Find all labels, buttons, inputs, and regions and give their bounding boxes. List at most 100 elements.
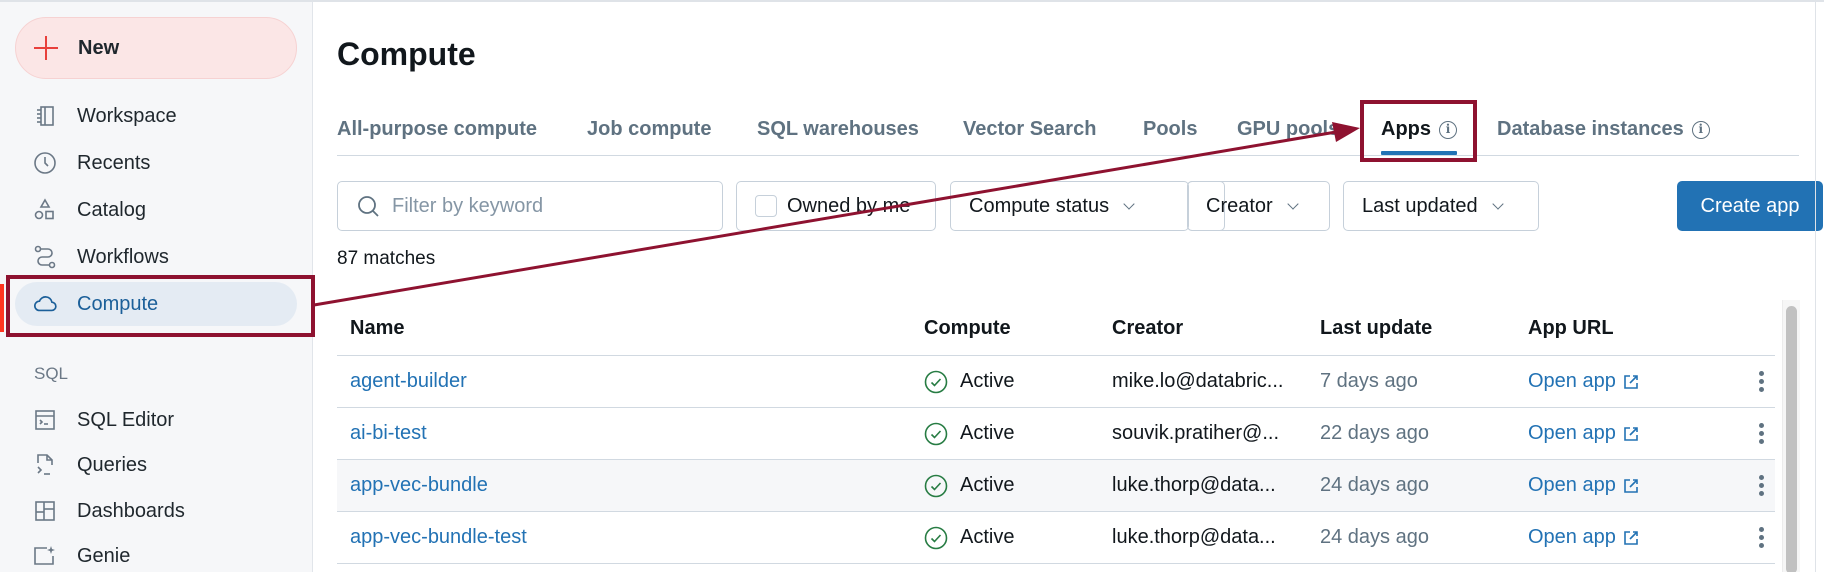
- checkbox[interactable]: [755, 195, 777, 217]
- create-app-button[interactable]: Create app: [1677, 181, 1823, 231]
- creator-email: luke.thorp@data...: [1112, 474, 1276, 496]
- search-field[interactable]: [337, 181, 723, 231]
- tab-gpu-pools[interactable]: GPU pools: [1237, 118, 1339, 141]
- creator-email: luke.thorp@data...: [1112, 526, 1276, 548]
- tab-label: Database instances: [1497, 118, 1684, 140]
- sidebar: New Workspace Recents Catalog Workflows: [0, 2, 313, 572]
- table-row[interactable]: app-vec-bundle Active luke.thorp@data...…: [337, 460, 1775, 512]
- check-circle-icon: [924, 526, 948, 549]
- kebab-icon[interactable]: [1755, 471, 1768, 500]
- brand-accent-bar: [0, 284, 4, 332]
- app-name-link[interactable]: app-vec-bundle: [350, 474, 488, 497]
- tab-label: Apps: [1381, 118, 1431, 140]
- tab-pools[interactable]: Pools: [1143, 118, 1197, 141]
- tab-job-compute[interactable]: Job compute: [587, 118, 711, 141]
- check-circle-icon: [924, 422, 948, 445]
- tab-label: Vector Search: [963, 118, 1097, 140]
- compute-tabs: All-purpose compute Job compute SQL ware…: [337, 110, 1799, 156]
- app-name-link[interactable]: ai-bi-test: [350, 422, 427, 445]
- column-header-compute[interactable]: Compute: [924, 317, 1011, 340]
- clock-icon: [33, 151, 57, 175]
- owned-by-me-checkbox[interactable]: Owned by me: [736, 181, 936, 231]
- sidebar-item-dashboards[interactable]: Dashboards: [15, 489, 297, 533]
- creator-dropdown[interactable]: Creator: [1187, 181, 1330, 231]
- compute-status: Active: [924, 474, 1014, 498]
- sidebar-item-catalog[interactable]: Catalog: [15, 188, 297, 232]
- row-actions-menu[interactable]: [1755, 471, 1768, 500]
- column-header-app-url[interactable]: App URL: [1528, 317, 1614, 340]
- info-icon[interactable]: i: [1439, 120, 1457, 139]
- tab-vector-search[interactable]: Vector Search: [963, 118, 1096, 141]
- table-row[interactable]: ai-bi-test Active souvik.pratiher@... 22…: [337, 408, 1775, 460]
- last-updated-dropdown[interactable]: Last updated: [1343, 181, 1539, 231]
- genie-icon: [33, 544, 57, 568]
- tab-sql-warehouses[interactable]: SQL warehouses: [757, 118, 919, 141]
- cloud-icon: [33, 292, 57, 316]
- last-update: 24 days ago: [1320, 474, 1429, 496]
- last-update: 22 days ago: [1320, 422, 1429, 444]
- tab-label: GPU pools: [1237, 118, 1340, 140]
- match-count: 87 matches: [337, 248, 436, 269]
- workflows-icon: [33, 245, 57, 269]
- chevron-down-icon: [1123, 198, 1135, 210]
- table-row[interactable]: agent-builder Active mike.lo@databric...…: [337, 356, 1775, 408]
- queries-icon: [33, 453, 57, 477]
- sidebar-item-recents[interactable]: Recents: [15, 141, 297, 185]
- row-actions-menu[interactable]: [1755, 367, 1768, 396]
- search-input[interactable]: [392, 194, 692, 218]
- filter-bar: Owned by me Compute status Creator Last …: [337, 181, 1823, 231]
- sidebar-item-workflows[interactable]: Workflows: [15, 235, 297, 279]
- open-app-link[interactable]: Open app: [1528, 526, 1640, 549]
- table-row[interactable]: app-vec-bundle-test Active luke.thorp@da…: [337, 512, 1775, 564]
- open-app-link[interactable]: Open app: [1528, 370, 1640, 393]
- sidebar-item-label: Recents: [77, 151, 151, 174]
- app-name-link[interactable]: app-vec-bundle-test: [350, 526, 527, 549]
- kebab-icon[interactable]: [1755, 419, 1768, 448]
- table-header: Name Compute Creator Last update App URL: [337, 302, 1775, 356]
- kebab-icon[interactable]: [1755, 523, 1768, 552]
- row-actions-menu[interactable]: [1755, 419, 1768, 448]
- info-icon[interactable]: i: [1691, 120, 1710, 139]
- chevron-down-icon: [1491, 198, 1504, 210]
- workspace-icon: [33, 104, 57, 128]
- external-link-icon: [1624, 374, 1638, 389]
- sidebar-item-label: Catalog: [77, 198, 146, 221]
- sidebar-item-workspace[interactable]: Workspace: [15, 94, 297, 138]
- column-header-name[interactable]: Name: [350, 317, 404, 340]
- table-scrollbar[interactable]: [1782, 300, 1800, 572]
- column-header-last-update[interactable]: Last update: [1320, 317, 1432, 340]
- app-name-link[interactable]: agent-builder: [350, 370, 467, 393]
- row-actions-menu[interactable]: [1755, 523, 1768, 552]
- compute-status-dropdown[interactable]: Compute status: [950, 181, 1189, 231]
- compute-status: Active: [924, 526, 1014, 550]
- status-text: Active: [960, 422, 1015, 444]
- new-button[interactable]: New: [15, 17, 297, 79]
- window-edge: [1815, 2, 1816, 572]
- page-title: Compute: [337, 36, 476, 72]
- catalog-icon: [33, 198, 57, 222]
- sidebar-item-label: Queries: [77, 453, 148, 476]
- sidebar-section-sql: SQL: [34, 364, 69, 383]
- column-header-creator[interactable]: Creator: [1112, 317, 1183, 340]
- status-text: Active: [960, 370, 1015, 392]
- tab-all-purpose-compute[interactable]: All-purpose compute: [337, 118, 537, 141]
- open-app-label: Open app: [1528, 474, 1616, 496]
- kebab-icon[interactable]: [1755, 367, 1768, 396]
- scrollbar-thumb[interactable]: [1786, 306, 1797, 572]
- sidebar-item-compute[interactable]: Compute: [15, 282, 297, 326]
- open-app-link[interactable]: Open app: [1528, 474, 1640, 497]
- external-link-icon: [1624, 478, 1638, 493]
- open-app-link[interactable]: Open app: [1528, 422, 1640, 445]
- tab-label: Pools: [1143, 118, 1198, 140]
- apps-table: Name Compute Creator Last update App URL…: [337, 302, 1775, 564]
- tab-apps[interactable]: Apps i: [1381, 118, 1457, 141]
- sidebar-item-genie[interactable]: Genie: [15, 534, 297, 572]
- tab-database-instances[interactable]: Database instances i: [1497, 118, 1710, 141]
- tab-label: All-purpose compute: [337, 118, 538, 140]
- sidebar-item-sql-editor[interactable]: SQL Editor: [15, 398, 297, 442]
- main-content: Compute All-purpose compute Job compute …: [313, 2, 1824, 572]
- sidebar-item-queries[interactable]: Queries: [15, 443, 297, 487]
- owned-by-me-label: Owned by me: [787, 194, 911, 217]
- chevron-down-icon: [1287, 198, 1299, 210]
- sidebar-item-label: Dashboards: [77, 499, 185, 522]
